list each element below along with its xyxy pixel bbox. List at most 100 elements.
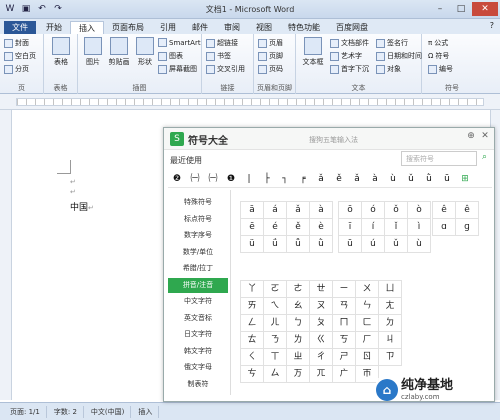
symbol-cell[interactable]: ù <box>407 235 431 253</box>
object-button[interactable]: 对象 <box>376 64 401 74</box>
tab-baidu-pan[interactable]: 百度网盘 <box>328 21 376 34</box>
language[interactable]: 中文(中国) <box>85 405 132 418</box>
dropcap-button[interactable]: 首字下沉 <box>330 64 369 74</box>
recent-symbol[interactable]: ě <box>330 172 348 187</box>
symbol-cell[interactable]: ǔ <box>384 235 408 253</box>
symbol-cell[interactable]: ㄠ <box>286 297 310 315</box>
symbol-cell[interactable]: ㄢ <box>332 297 356 315</box>
symbol-cell[interactable]: ㄎ <box>332 331 356 349</box>
symbol-cell[interactable]: à <box>309 201 333 219</box>
symbol-button[interactable]: Ω 符号 <box>428 51 449 61</box>
maximize-icon[interactable]: □ <box>451 2 471 16</box>
recent-symbol[interactable]: ū <box>438 172 456 187</box>
symbol-cell[interactable]: ㄕ <box>332 348 356 366</box>
cover-button[interactable]: 封面 <box>4 38 29 48</box>
symbol-cell[interactable]: ㄜ <box>286 280 310 298</box>
document-text[interactable]: 中国↵ <box>70 200 94 213</box>
symbol-cell[interactable]: 丫 <box>240 280 264 298</box>
symbol-cell[interactable]: ǚ <box>286 235 310 253</box>
signature-line-button[interactable]: 签名行 <box>376 38 408 48</box>
symbol-cell[interactable]: ㄞ <box>240 297 264 315</box>
bookmark-button[interactable]: 书签 <box>206 51 231 61</box>
tab-review[interactable]: 审阅 <box>216 21 248 34</box>
footer-button[interactable]: 页脚 <box>258 51 283 61</box>
symbol-cell[interactable]: ㄣ <box>355 297 379 315</box>
minimize-icon[interactable]: – <box>430 2 450 16</box>
category-chinese[interactable]: 中文字符 <box>168 294 228 309</box>
smartart-button[interactable]: SmartArt <box>158 38 201 47</box>
symbol-cell[interactable]: ǐ <box>384 218 408 236</box>
category-russian[interactable]: 俄文字母 <box>168 360 228 375</box>
symbol-cell[interactable]: ㄧ <box>332 280 356 298</box>
recent-symbol[interactable]: ㈠ <box>186 172 204 187</box>
numbering-button[interactable]: 编号 <box>428 64 453 74</box>
category-box-drawing[interactable]: 制表符 <box>168 377 228 392</box>
symbol-cell[interactable]: ㄊ <box>240 331 264 349</box>
symbol-cell[interactable]: ê <box>432 201 456 219</box>
recent-symbol[interactable]: ╒ <box>294 172 312 187</box>
textbox-button[interactable]: 文本框 <box>298 37 328 67</box>
search-icon[interactable]: ⌕ <box>482 152 487 162</box>
horizontal-ruler[interactable] <box>0 94 500 110</box>
recent-symbol[interactable]: ǔ <box>402 172 420 187</box>
symbol-cell[interactable]: ā <box>240 201 264 219</box>
symbol-cell[interactable]: ㄩ <box>378 280 402 298</box>
symbol-cell[interactable]: ㄈ <box>355 314 379 332</box>
cross-reference-button[interactable]: 交叉引用 <box>206 64 245 74</box>
symbol-cell[interactable]: ǎ <box>286 201 310 219</box>
shapes-button[interactable]: 形状 <box>132 37 158 67</box>
recent-symbol[interactable]: ù <box>384 172 402 187</box>
symbol-cell[interactable]: ó <box>361 201 385 219</box>
symbol-cell[interactable]: ㄆ <box>309 314 333 332</box>
tab-home[interactable]: 开始 <box>38 21 70 34</box>
symbol-cell[interactable]: ㄡ <box>309 297 333 315</box>
symbol-cell[interactable]: ê <box>455 201 479 219</box>
tab-page-layout[interactable]: 页面布局 <box>104 21 152 34</box>
quick-parts-button[interactable]: 文档部件 <box>330 38 369 48</box>
recent-symbol[interactable]: ├ <box>258 172 276 187</box>
symbol-cell[interactable]: ü <box>240 235 264 253</box>
blank-page-button[interactable]: 空白页 <box>4 51 36 61</box>
symbol-cell[interactable]: í <box>361 218 385 236</box>
hyperlink-button[interactable]: 超链接 <box>206 38 238 48</box>
symbol-cell[interactable]: ㄅ <box>286 314 310 332</box>
symbol-cell[interactable]: ㄥ <box>240 314 264 332</box>
category-greek-latin[interactable]: 希腊/拉丁 <box>168 261 228 276</box>
symbol-cell[interactable]: ㄗ <box>378 348 402 366</box>
symbol-cell[interactable]: è <box>309 218 333 236</box>
symbol-cell[interactable]: ì <box>407 218 431 236</box>
recent-symbol[interactable]: ǜ <box>420 172 438 187</box>
category-punctuation[interactable]: 标点符号 <box>168 212 228 227</box>
symbol-cell[interactable]: ㄏ <box>355 331 379 349</box>
symbol-cell[interactable]: ㄦ <box>263 314 287 332</box>
symbol-cell[interactable]: ǘ <box>263 235 287 253</box>
clipart-button[interactable]: 剪贴画 <box>106 37 132 67</box>
symbol-cell[interactable]: ㄔ <box>309 348 333 366</box>
symbol-cell[interactable]: ㄨ <box>355 280 379 298</box>
recent-symbol[interactable]: ┐ <box>276 172 294 187</box>
tab-features[interactable]: 特色功能 <box>280 21 328 34</box>
symbol-cell[interactable]: ㄘ <box>240 365 264 383</box>
symbol-cell[interactable]: é <box>263 218 287 236</box>
page-number-button[interactable]: 页码 <box>258 64 283 74</box>
insert-mode[interactable]: 插入 <box>132 405 160 418</box>
symbol-cell[interactable]: ū <box>338 235 362 253</box>
symbol-cell[interactable]: ě <box>286 218 310 236</box>
symbol-cell[interactable]: ㄌ <box>286 331 310 349</box>
equation-button[interactable]: π 公式 <box>428 38 448 48</box>
symbol-cell[interactable]: ㄙ <box>263 365 287 383</box>
symbol-cell[interactable]: ㄛ <box>263 280 287 298</box>
symbol-search-input[interactable]: 搜索符号 <box>401 151 477 166</box>
help-icon[interactable]: ? <box>490 21 494 30</box>
symbol-cell[interactable]: ㄇ <box>332 314 356 332</box>
symbol-cell[interactable]: ɡ <box>455 218 479 236</box>
screenshot-button[interactable]: 屏幕截图 <box>158 64 197 74</box>
date-time-button[interactable]: 日期和时间 <box>376 51 422 61</box>
symbol-cell[interactable]: ō <box>338 201 362 219</box>
symbol-cell[interactable]: ㄝ <box>309 280 333 298</box>
symbol-cell[interactable]: á <box>263 201 287 219</box>
category-korean[interactable]: 韩文字符 <box>168 344 228 359</box>
symbol-cell[interactable]: ㄓ <box>286 348 310 366</box>
category-math-units[interactable]: 数学/单位 <box>168 245 228 260</box>
vertical-ruler[interactable] <box>0 110 12 400</box>
